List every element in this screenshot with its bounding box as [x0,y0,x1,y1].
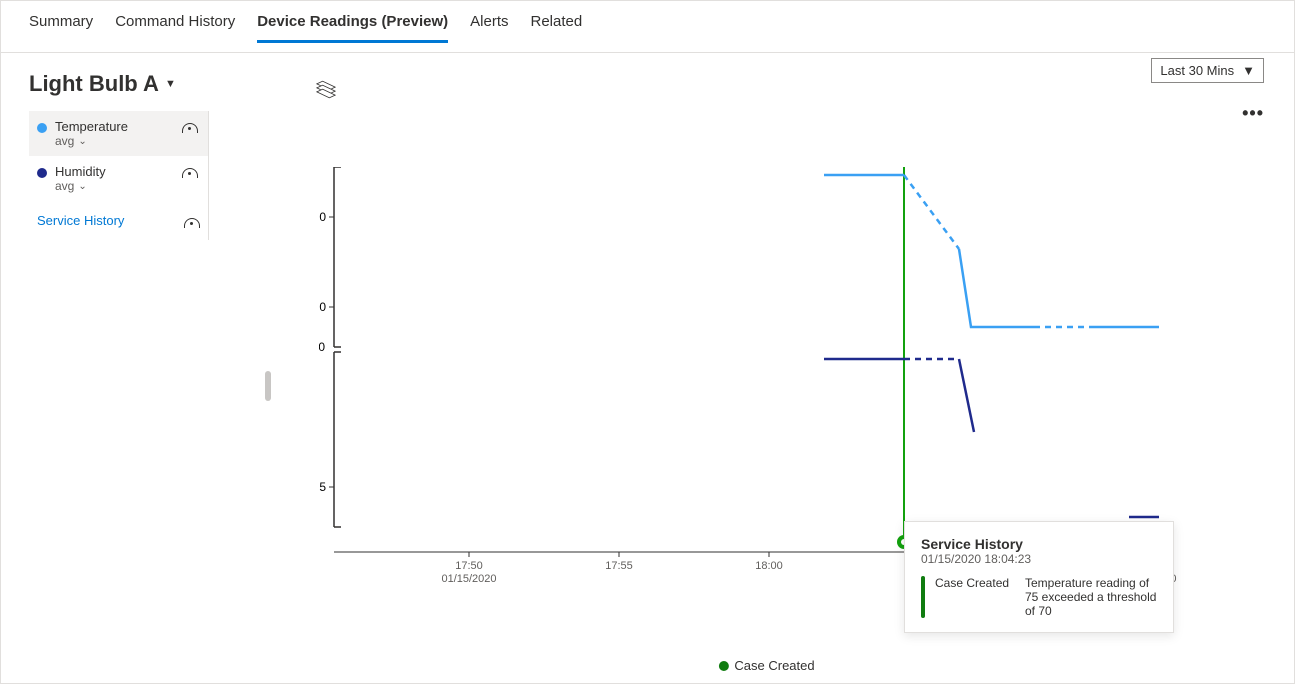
service-history-label: Service History [37,213,124,228]
svg-text:17:50: 17:50 [455,560,483,572]
temperature-color-icon [37,123,47,133]
legend-agg: avg [55,134,74,148]
svg-text:70: 70 [319,210,326,224]
visibility-toggle-icon[interactable] [182,168,198,178]
content: Light Bulb A ▼ Temperature avg ⌄ [1,53,1294,683]
legend-item-service-history[interactable]: Service History [29,201,208,240]
bottom-legend: Case Created [718,658,814,673]
legend-list: Temperature avg ⌄ Humidity [29,111,209,240]
tab-alerts[interactable]: Alerts [470,13,508,40]
more-options-button[interactable]: ••• [1242,103,1264,124]
layers-icon[interactable] [319,82,337,100]
device-name: Light Bulb A [29,71,159,97]
svg-text:40: 40 [319,340,325,354]
device-selector[interactable]: Light Bulb A ▼ [29,71,259,97]
svg-text:60: 60 [319,300,326,314]
visibility-toggle-icon[interactable] [182,123,198,133]
time-range-label: Last 30 Mins [1160,63,1234,78]
visibility-toggle-icon[interactable] [184,218,200,228]
tabbar: Summary Command History Device Readings … [1,1,1294,53]
legend-label: Temperature [55,119,128,134]
tab-related[interactable]: Related [530,13,582,40]
svg-text:01/15/2020: 01/15/2020 [441,573,496,585]
tooltip-accent-bar [921,576,925,618]
event-tooltip: Service History 01/15/2020 18:04:23 Case… [904,521,1174,633]
app-window: Summary Command History Device Readings … [0,0,1295,684]
chevron-down-icon[interactable]: ⌄ [78,181,86,192]
time-range-selector[interactable]: Last 30 Mins ▼ [1151,58,1264,83]
caret-down-icon: ▼ [165,78,176,90]
caret-down-icon: ▼ [1242,63,1255,78]
chart-area: Last 30 Mins ▼ ••• 70 60 40 [259,71,1274,683]
tooltip-timestamp: 01/15/2020 18:04:23 [921,552,1157,566]
bottom-legend-label: Case Created [734,658,814,673]
legend-agg: avg [55,179,74,193]
svg-text:35: 35 [319,480,326,494]
legend-item-temperature[interactable]: Temperature avg ⌄ [29,111,208,156]
case-created-dot-icon [718,661,728,671]
tooltip-event-desc: Temperature reading of 75 exceeded a thr… [1025,576,1157,618]
legend-item-humidity[interactable]: Humidity avg ⌄ [29,156,208,201]
humidity-color-icon [37,168,47,178]
svg-text:18:00: 18:00 [755,560,783,572]
sidebar: Light Bulb A ▼ Temperature avg ⌄ [9,71,259,683]
tab-device-readings[interactable]: Device Readings (Preview) [257,13,448,43]
tab-command-history[interactable]: Command History [115,13,235,40]
tab-summary[interactable]: Summary [29,13,93,40]
chevron-down-icon[interactable]: ⌄ [78,136,86,147]
svg-text:17:55: 17:55 [605,560,633,572]
scrollbar-thumb[interactable] [265,371,271,401]
legend-label: Humidity [55,164,106,179]
tooltip-event-label: Case Created [935,576,1015,618]
tooltip-title: Service History [921,536,1157,552]
